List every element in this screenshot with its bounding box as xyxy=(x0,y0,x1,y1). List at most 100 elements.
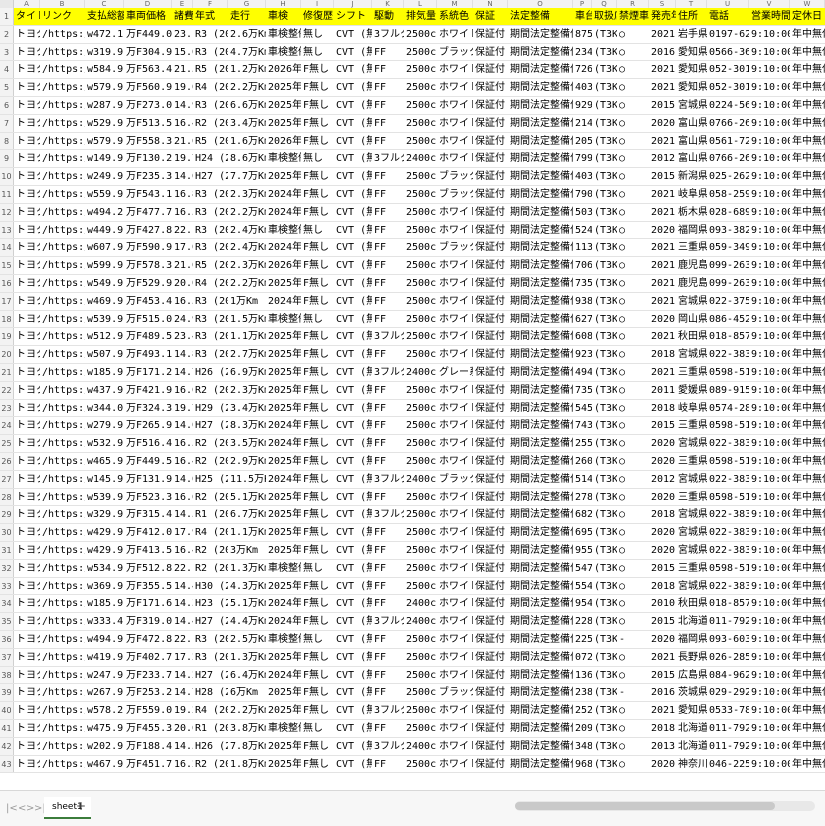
table-cell[interactable]: 万F188.4万円 xyxy=(126,738,172,755)
table-cell[interactable]: FF xyxy=(374,61,404,78)
table-cell[interactable]: 2500cc xyxy=(406,489,437,506)
table-cell[interactable]: ○ xyxy=(619,364,649,381)
table-cell[interactable]: 年中無休( xyxy=(792,453,825,470)
column-header-cell[interactable]: 修復歴 xyxy=(303,8,334,25)
table-cell[interactable]: w559.9 xyxy=(87,186,124,203)
table-cell[interactable]: 524 xyxy=(575,222,592,239)
column-letter[interactable]: C xyxy=(85,0,124,8)
table-cell[interactable]: 万F449.5万円 xyxy=(126,453,172,470)
table-cell[interactable]: ホワイト系 xyxy=(439,542,473,559)
table-cell[interactable]: FF xyxy=(374,293,404,310)
table-cell[interactable]: 9:10:00 - 1 xyxy=(751,649,790,666)
table-cell[interactable]: 無し xyxy=(303,311,334,328)
table-cell[interactable]: トヨタ ア xyxy=(16,524,40,541)
table-cell[interactable]: 2024年11 xyxy=(268,595,301,612)
table-cell[interactable]: /https:// xyxy=(42,595,85,612)
table-cell[interactable]: 0598-51- xyxy=(709,489,749,506)
table-cell[interactable]: 期間法定整備付 xyxy=(510,346,573,363)
table-cell[interactable]: /https:// xyxy=(42,26,85,43)
table-cell[interactable]: 2.2万Km xyxy=(230,702,266,719)
table-cell[interactable]: 1.3万Km xyxy=(230,649,266,666)
table-cell[interactable]: 年中無休( xyxy=(792,702,825,719)
table-cell[interactable]: /https:// xyxy=(42,328,85,345)
table-cell[interactable]: R4 (2022) xyxy=(195,275,228,292)
table-cell[interactable]: 2400cc xyxy=(406,150,437,167)
table-cell[interactable]: ○ xyxy=(619,293,649,310)
table-cell[interactable]: 2012(H24) xyxy=(651,150,676,167)
table-cell[interactable]: 年中無休( xyxy=(792,133,825,150)
table-cell[interactable]: 2012(H24) xyxy=(651,471,676,488)
table-cell[interactable]: 期間法定整備付 xyxy=(510,222,573,239)
table-cell[interactable]: 2.6万Km xyxy=(230,26,266,43)
table-cell[interactable]: F無し xyxy=(303,489,334,506)
table-cell[interactable]: R3 (2021) xyxy=(195,26,228,43)
table-cell[interactable]: 2020(R2) xyxy=(651,435,676,452)
column-letter[interactable]: O xyxy=(508,0,573,8)
row-number[interactable]: 9 xyxy=(0,150,14,168)
table-cell[interactable]: トヨタ ア xyxy=(16,222,40,239)
table-cell[interactable]: 年中無休( xyxy=(792,489,825,506)
table-cell[interactable]: 1.1万Km xyxy=(230,524,266,541)
table-cell[interactable]: R4 (2022) xyxy=(195,524,228,541)
table-cell[interactable]: 2500cc xyxy=(406,293,437,310)
table-cell[interactable]: F無し xyxy=(303,257,334,274)
table-cell[interactable]: 2010(H22) xyxy=(651,595,676,612)
table-cell[interactable]: /https:// xyxy=(42,346,85,363)
table-cell[interactable]: /https:// xyxy=(42,150,85,167)
table-cell[interactable]: 福岡県北九 xyxy=(678,631,707,648)
table-cell[interactable]: R4 (2022) xyxy=(195,702,228,719)
table-cell[interactable]: w512.9 xyxy=(87,328,124,345)
table-cell[interactable]: 3フルタイム xyxy=(374,26,404,43)
table-cell[interactable]: 929 xyxy=(575,97,592,114)
table-cell[interactable]: 保証付 xyxy=(475,453,508,470)
table-cell[interactable]: 9:10:00 - 1 xyxy=(751,257,790,274)
table-cell[interactable]: 9:10:00 - 1 xyxy=(751,26,790,43)
row-number[interactable]: 26 xyxy=(0,453,14,470)
table-cell[interactable]: 2024年10 xyxy=(268,667,301,684)
spreadsheet-grid[interactable]: ABCDEFGHIJKLMNOPQRSTUVW 1タイトルリンク支払総額車両価格… xyxy=(0,0,825,790)
table-cell[interactable]: 0574-28- xyxy=(709,400,749,417)
table-cell[interactable]: 保証付 xyxy=(475,204,508,221)
table-cell[interactable]: 年中無休( xyxy=(792,684,825,701)
column-header-cell[interactable]: 支払総額 xyxy=(87,8,124,25)
table-cell[interactable]: ホワイト系 xyxy=(439,667,473,684)
table-cell[interactable]: 2.9万Km xyxy=(230,453,266,470)
table-cell[interactable]: 万F493.1万円 xyxy=(126,346,172,363)
add-sheet-button[interactable]: + xyxy=(76,799,86,813)
table-cell[interactable]: w185.9 xyxy=(87,364,124,381)
table-cell[interactable]: 3フルタイム xyxy=(374,702,404,719)
table-cell[interactable]: 年中無休( xyxy=(792,328,825,345)
table-cell[interactable]: 1.5万Km xyxy=(230,311,266,328)
table-cell[interactable]: 2016(H28) xyxy=(651,44,676,61)
table-cell[interactable]: 278 xyxy=(575,489,592,506)
table-cell[interactable]: ○ xyxy=(619,720,649,737)
table-cell[interactable]: 車検整備付 xyxy=(268,311,301,328)
table-cell[interactable]: 2.3万Km xyxy=(230,257,266,274)
table-cell[interactable]: ホワイト系 xyxy=(439,595,473,612)
table-cell[interactable]: 2018(H30) xyxy=(651,506,676,523)
table-cell[interactable]: FF xyxy=(374,649,404,666)
table-cell[interactable]: トヨタ ア xyxy=(16,293,40,310)
table-cell[interactable]: w369.9 xyxy=(87,578,124,595)
table-cell[interactable]: 万F543.1万円 xyxy=(126,186,172,203)
table-cell[interactable]: 期間法定整備付 xyxy=(510,702,573,719)
table-cell[interactable]: (T3KK SUV L xyxy=(594,257,617,274)
table-cell[interactable]: CVT (無段 xyxy=(336,702,372,719)
table-cell[interactable]: (T3KK四日市店 xyxy=(594,239,617,256)
table-cell[interactable]: 岡山県岡山 xyxy=(678,311,707,328)
table-cell[interactable]: (T3KK刈谷店 xyxy=(594,44,617,61)
table-cell[interactable]: 9:10:00 - 1 xyxy=(751,560,790,577)
table-cell[interactable]: ホワイト系 xyxy=(439,720,473,737)
table-cell[interactable]: 宮城県名取 xyxy=(678,506,707,523)
table-cell[interactable]: /https:// xyxy=(42,222,85,239)
table-cell[interactable]: CVT (無段 xyxy=(336,684,372,701)
table-cell[interactable]: 029-292- xyxy=(709,684,749,701)
table-cell[interactable]: 2500cc xyxy=(406,222,437,239)
table-cell[interactable]: - xyxy=(619,684,649,701)
table-cell[interactable]: ブラック系 xyxy=(439,168,473,185)
table-cell[interactable]: 2025年04 xyxy=(268,79,301,96)
table-cell[interactable]: 3.5万Km xyxy=(230,435,266,452)
table-cell[interactable]: 4.3万Km xyxy=(230,578,266,595)
table-cell[interactable]: 20.6万円 xyxy=(174,720,193,737)
table-cell[interactable]: ホワイト系 xyxy=(439,61,473,78)
